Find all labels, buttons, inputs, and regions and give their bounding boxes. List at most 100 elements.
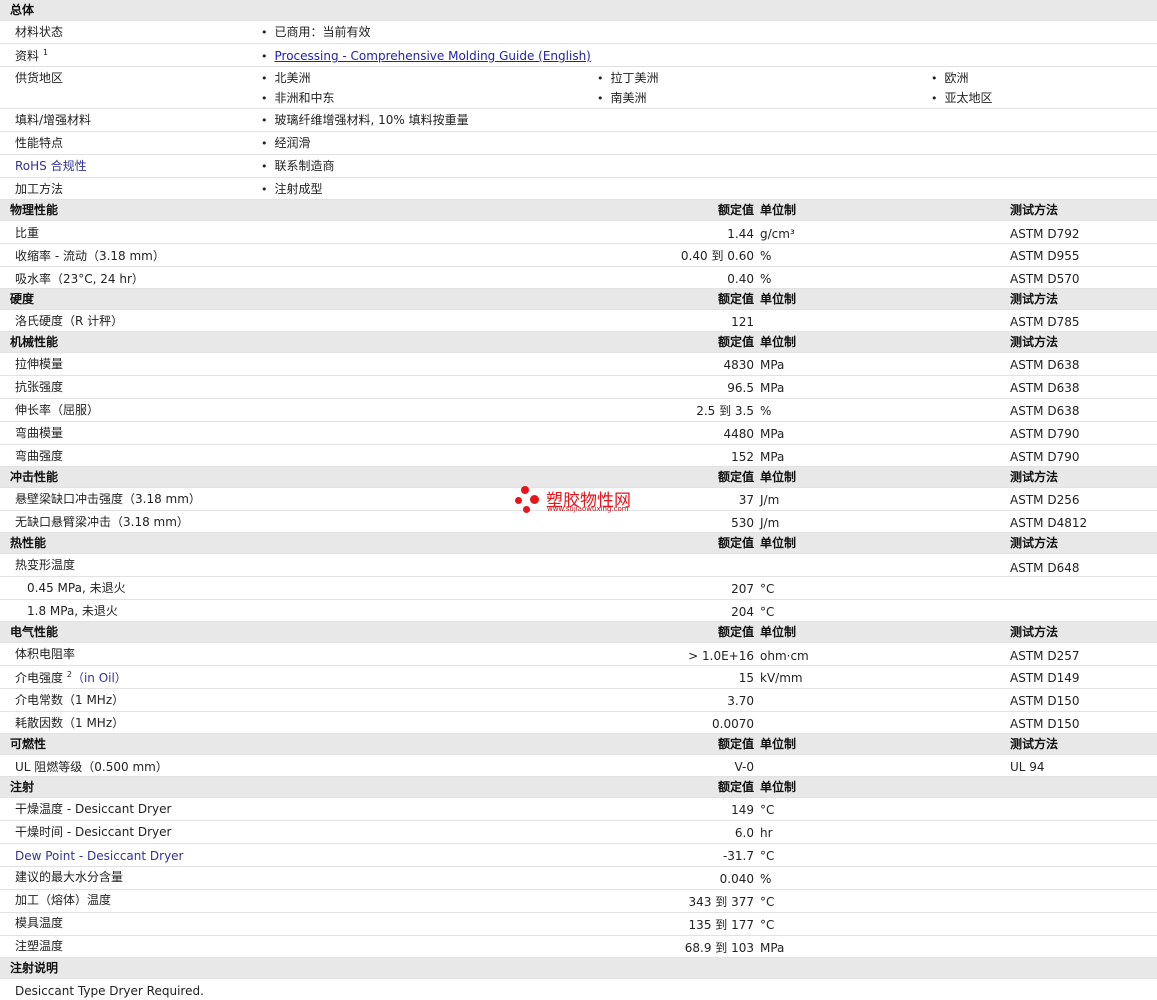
table-row: 介电强度 2（in Oil） 15 kV/mm ASTM D149 bbox=[0, 666, 1157, 689]
row-unit: °C bbox=[760, 849, 775, 863]
column-header-test: 测试方法 bbox=[1010, 292, 1059, 306]
row-test-method: ASTM D638 bbox=[1010, 358, 1080, 372]
row-label: 洛氏硬度（R 计秤） bbox=[15, 314, 124, 328]
column-header-nominal: 额定值 bbox=[717, 292, 754, 306]
column-header-unit: 单位制 bbox=[760, 780, 797, 794]
row-value: 121 bbox=[731, 315, 754, 329]
row-label: 收缩率 - 流动（3.18 mm） bbox=[15, 249, 165, 263]
row-value: 68.9 到 103 bbox=[684, 941, 754, 955]
row-unit: °C bbox=[760, 582, 775, 596]
row-label: UL 阻燃等级（0.500 mm） bbox=[15, 760, 168, 774]
row-test-method: ASTM D790 bbox=[1010, 450, 1080, 464]
logo-dot-icon bbox=[515, 497, 522, 504]
row-label: 0.45 MPa, 未退火 bbox=[27, 581, 126, 595]
row-label: 介电强度 2（in Oil） bbox=[15, 670, 127, 686]
table-row: 吸水率（23°C, 24 hr） 0.40 % ASTM D570 bbox=[0, 267, 1157, 289]
section-title: 可燃性 bbox=[10, 737, 47, 751]
table-row: 体积电阻率 > 1.0E+16 ohm·cm ASTM D257 bbox=[0, 643, 1157, 666]
row-value: 15 bbox=[738, 671, 754, 685]
row-label: 抗张强度 bbox=[15, 380, 64, 394]
row-value: 530 bbox=[731, 516, 754, 530]
row-label: 填料/增强材料 bbox=[15, 113, 92, 127]
table-row: 0.45 MPa, 未退火 207 °C bbox=[0, 577, 1157, 600]
region-item: 北美洲 bbox=[261, 71, 311, 86]
row-value: 37 bbox=[738, 493, 754, 507]
row-label: 资料 1 bbox=[15, 48, 48, 64]
row-test-method: ASTM D150 bbox=[1010, 694, 1080, 708]
table-row: 抗张强度 96.5 MPa ASTM D638 bbox=[0, 376, 1157, 399]
column-header-nominal: 额定值 bbox=[717, 780, 754, 794]
row-value: > 1.0E+16 bbox=[688, 649, 754, 663]
section-header-electrical: 电气性能 额定值 单位制 测试方法 bbox=[0, 622, 1157, 643]
row-label: 弯曲模量 bbox=[15, 426, 64, 440]
column-header-nominal: 额定值 bbox=[717, 203, 754, 217]
section-header-thermal: 热性能 额定值 单位制 测试方法 bbox=[0, 533, 1157, 554]
section-title: 注射 bbox=[10, 780, 35, 794]
row-processing-method: 加工方法 注射成型 bbox=[0, 178, 1157, 200]
row-unit: % bbox=[760, 249, 772, 263]
row-literature: 资料 1 Processing - Comprehensive Molding … bbox=[0, 44, 1157, 67]
table-row: 建议的最大水分含量 0.040 % bbox=[0, 867, 1157, 890]
column-header-test: 测试方法 bbox=[1010, 625, 1059, 639]
row-label: 耗散因数（1 MHz） bbox=[15, 716, 125, 730]
row-unit: MPa bbox=[760, 941, 785, 955]
table-row: 干燥时间 - Desiccant Dryer 6.0 hr bbox=[0, 821, 1157, 844]
column-header-unit: 单位制 bbox=[760, 203, 797, 217]
section-header-injection: 注射 额定值 单位制 bbox=[0, 777, 1157, 798]
injection-note-text: Desiccant Type Dryer Required. bbox=[15, 984, 204, 998]
row-value: 207 bbox=[731, 582, 754, 596]
row-unit: kV/mm bbox=[760, 671, 803, 685]
row-unit: °C bbox=[760, 803, 775, 817]
row-features: 性能特点 经润滑 bbox=[0, 132, 1157, 155]
column-header-nominal: 额定值 bbox=[717, 335, 754, 349]
column-header-nominal: 额定值 bbox=[717, 625, 754, 639]
row-unit: ohm·cm bbox=[760, 649, 809, 663]
row-value: 204 bbox=[731, 605, 754, 619]
row-label: 比重 bbox=[15, 226, 40, 240]
row-label: 供货地区 bbox=[15, 71, 64, 85]
table-row: 耗散因数（1 MHz） 0.0070 ASTM D150 bbox=[0, 712, 1157, 734]
row-label: 注塑温度 bbox=[15, 939, 64, 953]
column-header-nominal: 额定值 bbox=[717, 470, 754, 484]
section-title: 硬度 bbox=[10, 292, 35, 306]
row-test-method: ASTM D150 bbox=[1010, 717, 1080, 731]
row-value: 152 bbox=[731, 450, 754, 464]
row-label: 材料状态 bbox=[15, 25, 64, 39]
row-unit: °C bbox=[760, 605, 775, 619]
table-row: 模具温度 135 到 177 °C bbox=[0, 913, 1157, 936]
row-test-method: UL 94 bbox=[1010, 760, 1045, 774]
column-header-test: 测试方法 bbox=[1010, 470, 1059, 484]
column-header-nominal: 额定值 bbox=[717, 536, 754, 550]
table-row: 收缩率 - 流动（3.18 mm） 0.40 到 0.60 % ASTM D95… bbox=[0, 244, 1157, 267]
row-filler: 填料/增强材料 玻璃纤维增强材料, 10% 填料按重量 bbox=[0, 109, 1157, 132]
row-test-method: ASTM D570 bbox=[1010, 272, 1080, 286]
row-label: 伸长率（屈服） bbox=[15, 403, 100, 417]
row-label: 1.8 MPa, 未退火 bbox=[27, 604, 118, 618]
table-row: 拉伸模量 4830 MPa ASTM D638 bbox=[0, 353, 1157, 376]
column-header-unit: 单位制 bbox=[760, 335, 797, 349]
column-header-unit: 单位制 bbox=[760, 737, 797, 751]
row-value: -31.7 bbox=[722, 849, 754, 863]
row-label: 加工（熔体）温度 bbox=[15, 893, 112, 907]
column-header-unit: 单位制 bbox=[760, 470, 797, 484]
row-unit: MPa bbox=[760, 427, 785, 441]
column-header-test: 测试方法 bbox=[1010, 536, 1059, 550]
table-row: 干燥温度 - Desiccant Dryer 149 °C bbox=[0, 798, 1157, 821]
row-value: 1.44 bbox=[727, 227, 754, 241]
section-title: 机械性能 bbox=[10, 335, 59, 349]
table-row: 热变形温度 ASTM D648 bbox=[0, 554, 1157, 577]
row-value: 3.70 bbox=[727, 694, 754, 708]
section-title: 物理性能 bbox=[10, 203, 59, 217]
molding-guide-link[interactable]: Processing - Comprehensive Molding Guide… bbox=[275, 49, 591, 63]
row-value: 0.40 到 0.60 bbox=[680, 249, 754, 263]
watermark-logo: 塑胶物性网 www.sujiaowuxing.com bbox=[515, 484, 655, 520]
footnote-marker: 1 bbox=[42, 48, 48, 57]
section-title: 热性能 bbox=[10, 536, 47, 550]
row-unit: °C bbox=[760, 895, 775, 909]
row-value: 4480 bbox=[723, 427, 754, 441]
row-unit: MPa bbox=[760, 358, 785, 372]
logo-dot-icon bbox=[530, 495, 539, 504]
column-header-unit: 单位制 bbox=[760, 292, 797, 306]
row-value: 经润滑 bbox=[261, 136, 311, 151]
row-value: 149 bbox=[731, 803, 754, 817]
